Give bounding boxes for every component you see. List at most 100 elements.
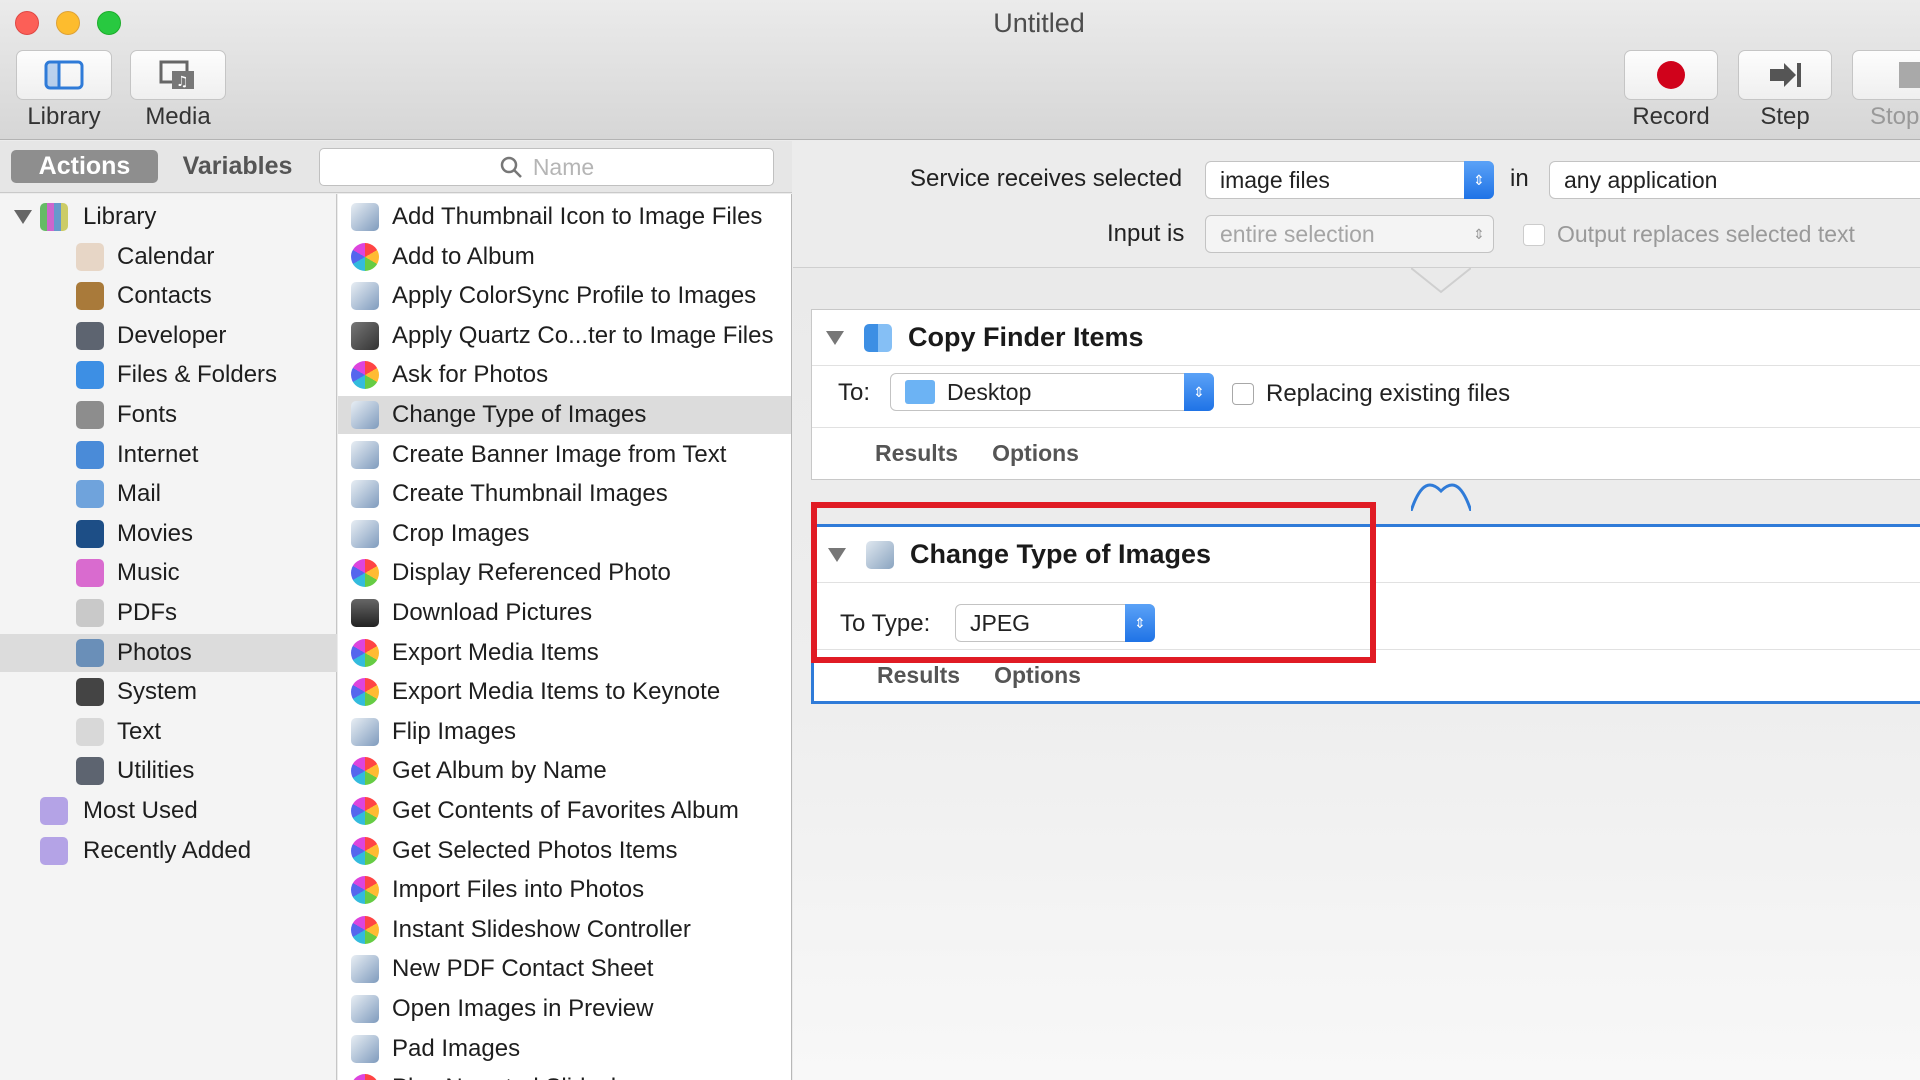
replacing-files-checkbox[interactable] <box>1232 383 1254 405</box>
library-toggle-button[interactable] <box>16 50 112 100</box>
action-list-item-label: Pad Images <box>392 1034 521 1062</box>
library-header: Actions Variables Name <box>0 141 792 193</box>
smart-group-item[interactable]: Recently Added <box>0 832 337 870</box>
action-list-item[interactable]: Export Media Items to Keynote <box>338 673 791 711</box>
preview-icon <box>351 203 379 231</box>
image-type-popup[interactable]: JPEG ⇕ <box>955 604 1155 642</box>
collapse-triangle-icon[interactable] <box>826 330 844 345</box>
application-popup[interactable]: any application <box>1549 161 1920 199</box>
action-list-item-label: New PDF Contact Sheet <box>392 955 654 983</box>
replacing-files-option[interactable]: Replacing existing files <box>1232 380 1510 408</box>
tab-variables[interactable]: Variables <box>170 150 305 183</box>
action-list-item-label: Ask for Photos <box>392 361 549 389</box>
action-title-bar[interactable]: Copy Finder Items <box>812 310 1920 366</box>
output-replaces-option[interactable]: Output replaces selected text <box>1523 221 1855 248</box>
stop-button[interactable] <box>1852 50 1920 100</box>
library-item[interactable]: Text <box>0 713 337 751</box>
action-list-item[interactable]: Export Media Items <box>338 634 791 672</box>
library-item[interactable]: Calendar <box>0 238 337 276</box>
action-list-item[interactable]: Pad Images <box>338 1030 791 1068</box>
library-item[interactable]: Music <box>0 554 337 592</box>
library-item[interactable]: PDFs <box>0 594 337 632</box>
results-button[interactable]: Results <box>875 440 958 467</box>
library-item[interactable]: System <box>0 673 337 711</box>
action-list-item[interactable]: Add to Album <box>338 238 791 276</box>
workflow-area: Service receives selected image files ⇕ … <box>793 141 1920 1080</box>
smart-folder-icon <box>40 836 68 865</box>
receives-type-popup[interactable]: image files ⇕ <box>1205 161 1494 199</box>
photos-icon <box>351 915 379 944</box>
popup-stepper-icon: ⇕ <box>1125 604 1155 642</box>
tab-actions[interactable]: Actions <box>11 150 158 183</box>
record-label: Record <box>1632 103 1710 130</box>
options-button[interactable]: Options <box>992 440 1079 467</box>
library-item[interactable]: Developer <box>0 317 337 355</box>
action-list-item[interactable]: Apply ColorSync Profile to Images <box>338 277 791 315</box>
library-item[interactable]: Internet <box>0 436 337 474</box>
action-list-item-label: Crop Images <box>392 519 530 547</box>
action-footer: Results Options <box>812 427 1920 479</box>
library-item[interactable]: Contacts <box>0 277 337 315</box>
input-scope-popup[interactable]: entire selection ⇕ <box>1205 215 1494 253</box>
smart-group-label: Most Used <box>83 797 198 824</box>
action-list-item-label: Change Type of Images <box>392 401 647 428</box>
smart-group-item[interactable]: Most Used <box>0 792 337 830</box>
replacing-files-label: Replacing existing files <box>1266 380 1511 407</box>
library-item[interactable]: Utilities <box>0 752 337 790</box>
options-button[interactable]: Options <box>994 662 1081 689</box>
search-input[interactable]: Name <box>319 148 774 186</box>
preview-icon <box>351 440 379 469</box>
library-item[interactable]: Fonts <box>0 396 337 434</box>
window-title: Untitled <box>993 8 1085 38</box>
library-item[interactable]: Mail <box>0 475 337 513</box>
pdf-icon <box>76 599 104 627</box>
record-button[interactable] <box>1624 50 1718 100</box>
receives-type-value: image files <box>1220 166 1330 193</box>
action-list-item[interactable]: Import Files into Photos <box>338 871 791 909</box>
output-replaces-checkbox[interactable] <box>1523 223 1545 246</box>
action-list-item[interactable]: Apply Quartz Co...ter to Image Files <box>338 317 791 355</box>
system-icon <box>76 678 104 707</box>
search-icon <box>500 156 522 178</box>
library-item[interactable]: Movies <box>0 515 337 553</box>
finder-icon <box>76 361 104 390</box>
action-title-bar[interactable]: Change Type of Images <box>814 527 1920 583</box>
application-value: any application <box>1564 166 1718 193</box>
library-item[interactable]: Files & Folders <box>0 356 337 394</box>
action-list-item[interactable]: Flip Images <box>338 713 791 751</box>
action-list-item[interactable]: Download Pictures <box>338 594 791 632</box>
action-list-item[interactable]: Crop Images <box>338 515 791 553</box>
action-list-item[interactable]: Get Contents of Favorites Album <box>338 792 791 830</box>
library-root-row[interactable]: Library <box>0 198 337 236</box>
preview-icon <box>351 282 379 311</box>
action-list-item[interactable]: Open Images in Preview <box>338 990 791 1028</box>
window-toolbar: Untitled Library ♫ Media Record Step Sto… <box>0 0 1920 140</box>
smart-group-label: Recently Added <box>83 836 252 864</box>
input-is-label: Input is <box>1107 220 1185 247</box>
step-button[interactable] <box>1738 50 1832 100</box>
action-list-item-label: Import Files into Photos <box>392 876 645 904</box>
destination-popup[interactable]: Desktop ⇕ <box>890 373 1214 411</box>
action-list-item[interactable]: Display Referenced Photo <box>338 554 791 592</box>
action-list-item[interactable]: Create Thumbnail Images <box>338 475 791 513</box>
library-item[interactable]: Photos <box>0 633 337 672</box>
preview-icon <box>351 717 379 746</box>
action-list-item[interactable]: Get Selected Photos Items <box>338 832 791 870</box>
action-list-item[interactable]: Create Banner Image from Text <box>338 436 791 474</box>
results-button[interactable]: Results <box>877 662 960 689</box>
action-list-item-label: Export Media Items <box>392 638 599 666</box>
action-list-item[interactable]: New PDF Contact Sheet <box>338 950 791 988</box>
library-item-label: Internet <box>117 440 199 468</box>
media-button[interactable]: ♫ <box>130 50 226 100</box>
action-list-item[interactable]: Change Type of Images <box>338 396 791 434</box>
action-list-item[interactable]: Instant Slideshow Controller <box>338 911 791 949</box>
preview-icon <box>351 955 379 984</box>
library-item-label: PDFs <box>117 599 177 626</box>
preview-icon <box>351 995 379 1023</box>
action-list-item[interactable]: Add Thumbnail Icon to Image Files <box>338 198 791 236</box>
action-list-item[interactable]: Play Narrated Slideshow <box>338 1069 791 1080</box>
action-list-item[interactable]: Get Album by Name <box>338 752 791 790</box>
action-list-item[interactable]: Ask for Photos <box>338 356 791 394</box>
collapse-triangle-icon[interactable] <box>828 547 846 562</box>
record-icon <box>1657 61 1685 89</box>
